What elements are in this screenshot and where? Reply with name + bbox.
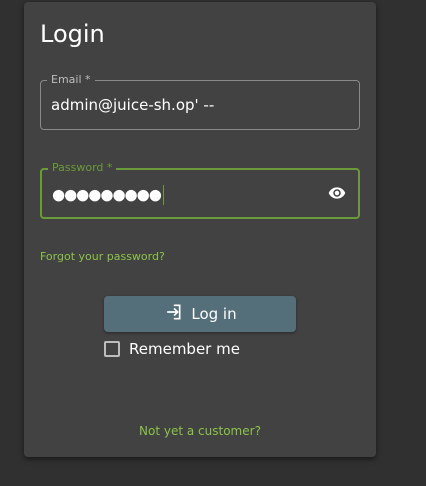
login-icon (163, 302, 183, 326)
email-value[interactable]: admin@juice-sh.op' -- (51, 96, 214, 114)
remember-me-checkbox[interactable]: Remember me (104, 340, 240, 358)
password-value[interactable]: ●●●●●●●●● (52, 185, 164, 205)
register-link[interactable]: Not yet a customer? (24, 424, 376, 438)
forgot-password-link[interactable]: Forgot your password? (40, 250, 165, 263)
login-button[interactable]: Log in (104, 296, 296, 332)
email-label: Email * (47, 73, 95, 86)
password-mask: ●●●●●●●●● (52, 185, 162, 204)
password-field[interactable]: Password * ●●●●●●●●● (40, 161, 360, 219)
login-card: Login Email * admin@juice-sh.op' -- Pass… (24, 2, 376, 457)
password-label: Password * (48, 161, 117, 174)
text-caret (162, 185, 164, 205)
eye-icon[interactable] (328, 184, 346, 202)
login-button-label: Log in (191, 305, 237, 323)
checkbox-box[interactable] (104, 341, 120, 357)
page-title: Login (40, 20, 105, 48)
remember-me-label: Remember me (129, 340, 240, 358)
email-field[interactable]: Email * admin@juice-sh.op' -- (40, 73, 360, 130)
